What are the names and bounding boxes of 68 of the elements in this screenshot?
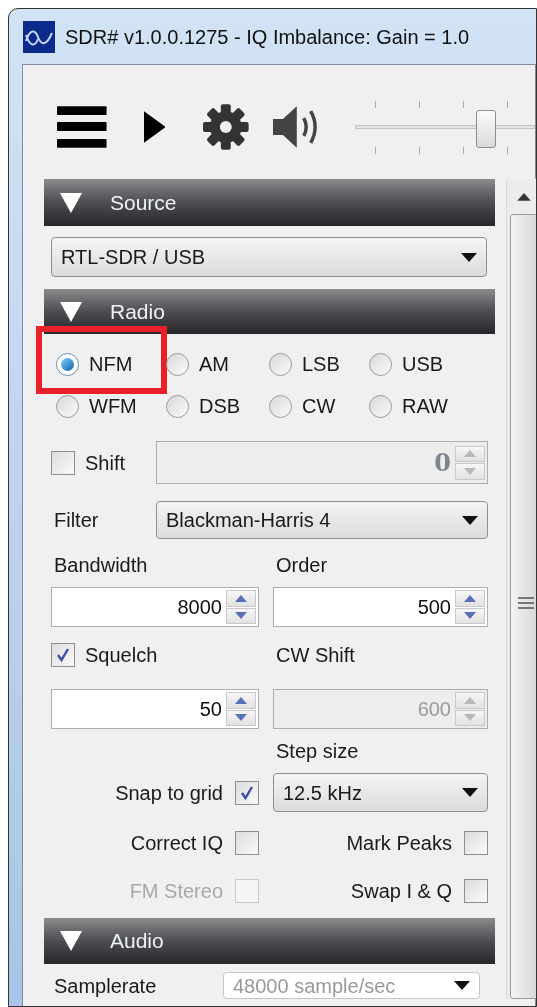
- bandwidth-label: Bandwidth: [53, 553, 149, 577]
- radio-button[interactable]: LSB: [269, 349, 340, 379]
- spinner-down-button[interactable]: [226, 607, 256, 624]
- down-arrow-icon: [464, 467, 476, 475]
- section-header[interactable]: Source: [44, 179, 495, 226]
- up-arrow-icon: [464, 696, 476, 704]
- checkbox[interactable]: [464, 831, 488, 855]
- checkbox[interactable]: [464, 879, 488, 903]
- number-field[interactable]: 500: [273, 587, 488, 627]
- checkmark-icon: [239, 784, 255, 801]
- checkbox[interactable]: [235, 831, 259, 855]
- radio-button[interactable]: RAW: [369, 391, 448, 421]
- option-checkbox-label[interactable]: Mark Peaks: [346, 828, 488, 858]
- spinner-down-button[interactable]: [455, 607, 485, 624]
- caret-icon: [454, 981, 470, 990]
- step-size-label: Step size: [275, 739, 360, 763]
- up-arrow-icon: [464, 594, 476, 602]
- caret-icon: [462, 515, 478, 525]
- checkbox[interactable]: [235, 780, 259, 805]
- option-checkbox-label[interactable]: Swap I & Q: [350, 876, 488, 906]
- checkbox[interactable]: [51, 643, 75, 667]
- play-icon[interactable]: [143, 111, 166, 143]
- collapse-triangle-icon[interactable]: [60, 931, 82, 951]
- radio-button[interactable]: DSB: [166, 391, 241, 421]
- spinner-up-button[interactable]: [455, 590, 485, 607]
- slider-thumb[interactable]: [476, 110, 497, 148]
- scrollbar[interactable]: [506, 179, 536, 999]
- caret-icon: [462, 788, 478, 797]
- spinner-up-button[interactable]: [226, 692, 256, 709]
- option-checkbox-label[interactable]: Correct IQ: [130, 828, 259, 858]
- collapse-triangle-icon[interactable]: [60, 301, 82, 322]
- step-size-dropdown[interactable]: 12.5 kHz: [273, 773, 488, 812]
- collapse-triangle-icon[interactable]: [60, 192, 82, 213]
- device-dropdown[interactable]: RTL-SDR / USB: [51, 237, 487, 277]
- grip-icon: [518, 596, 534, 609]
- down-arrow-icon: [464, 612, 476, 620]
- section-header[interactable]: Audio: [44, 918, 495, 964]
- filter-dropdown[interactable]: Blackman-Harris 4: [156, 501, 488, 539]
- order-label: Order: [275, 553, 329, 577]
- down-arrow-icon: [235, 612, 247, 620]
- radio-button[interactable]: CW: [269, 391, 336, 421]
- filter-label: Filter: [53, 508, 100, 533]
- settings-icon[interactable]: [202, 103, 250, 151]
- radio-button[interactable]: NFM: [56, 349, 133, 379]
- radio-button[interactable]: AM: [166, 349, 229, 379]
- menu-icon[interactable]: [57, 106, 107, 148]
- option-checkbox-label[interactable]: Snap to grid: [115, 777, 259, 808]
- samplerate-label: Samplerate: [53, 973, 158, 999]
- up-arrow-icon: [464, 450, 476, 458]
- spinner-down-button[interactable]: [226, 709, 256, 726]
- section-header[interactable]: Radio: [44, 289, 495, 334]
- radio-button[interactable]: WFM: [56, 391, 137, 421]
- window-title: SDR# v1.0.0.1275 - IQ Imbalance: Gain = 1.0: [65, 24, 470, 50]
- squelch-checkbox-label[interactable]: Squelch: [51, 641, 259, 669]
- cw-shift-label: CW Shift: [275, 643, 356, 668]
- scroll-up-icon[interactable]: [517, 193, 531, 201]
- caret-icon: [461, 252, 477, 262]
- radio-button[interactable]: USB: [369, 349, 444, 379]
- up-arrow-icon: [235, 696, 247, 704]
- up-arrow-icon: [235, 594, 247, 602]
- number-field[interactable]: 50: [51, 689, 259, 729]
- app-logo-icon: [23, 20, 55, 53]
- scroll-thumb[interactable]: [510, 213, 536, 999]
- down-arrow-icon: [235, 714, 247, 722]
- checkmark-icon: [55, 647, 71, 663]
- down-arrow-icon: [464, 714, 476, 722]
- number-field[interactable]: 8000: [51, 587, 259, 627]
- spinner-up-button[interactable]: [226, 590, 256, 607]
